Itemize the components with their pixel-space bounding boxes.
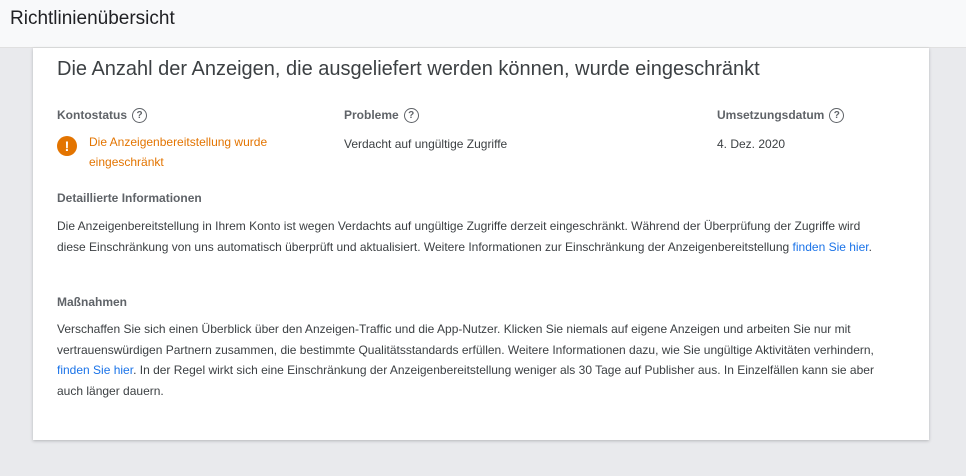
effective-date-label: Umsetzungsdatum	[717, 108, 825, 122]
help-circle-icon[interactable]: ?	[829, 107, 845, 123]
effective-date-column: Umsetzungsdatum ? 4. Dez. 2020	[717, 106, 917, 154]
account-status-header: Kontostatus ?	[57, 106, 307, 124]
left-strip	[0, 48, 8, 476]
actions-text: Verschaffen Sie sich einen Überblick übe…	[57, 322, 874, 398]
actions-heading: Maßnahmen	[57, 295, 128, 309]
details-heading: Detaillierte Informationen	[57, 191, 202, 205]
account-status-value: ! Die Anzeigenbereitstellung wurde einge…	[57, 132, 307, 172]
account-status-text: Die Anzeigenbereitstellung wurde eingesc…	[89, 135, 268, 169]
effective-date-header: Umsetzungsdatum ?	[717, 106, 917, 124]
details-link[interactable]: finden Sie hier	[793, 240, 869, 254]
policy-card: Die Anzahl der Anzeigen, die ausgeliefer…	[33, 48, 929, 440]
problems-label: Probleme	[344, 108, 399, 122]
help-circle-icon[interactable]: ?	[132, 107, 147, 123]
card-title: Die Anzahl der Anzeigen, die ausgeliefer…	[57, 58, 760, 80]
account-status-column: Kontostatus ? ! Die Anzeigenbereitstellu…	[57, 106, 307, 172]
details-text: Die Anzeigenbereitstellung in Ihrem Kont…	[57, 219, 872, 254]
actions-link[interactable]: finden Sie hier	[57, 363, 133, 377]
warning-icon: !	[57, 136, 77, 156]
account-status-label: Kontostatus	[57, 108, 127, 122]
help-circle-icon[interactable]: ?	[403, 107, 419, 123]
page-title: Richtlinienübersicht	[10, 8, 175, 29]
problems-header: Probleme ?	[344, 106, 664, 124]
problems-column: Probleme ? Verdacht auf ungültige Zugrif…	[344, 106, 664, 154]
effective-date-value: 4. Dez. 2020	[717, 137, 786, 151]
top-bar: Richtlinienübersicht	[0, 0, 966, 48]
problems-value: Verdacht auf ungültige Zugriffe	[344, 137, 508, 151]
